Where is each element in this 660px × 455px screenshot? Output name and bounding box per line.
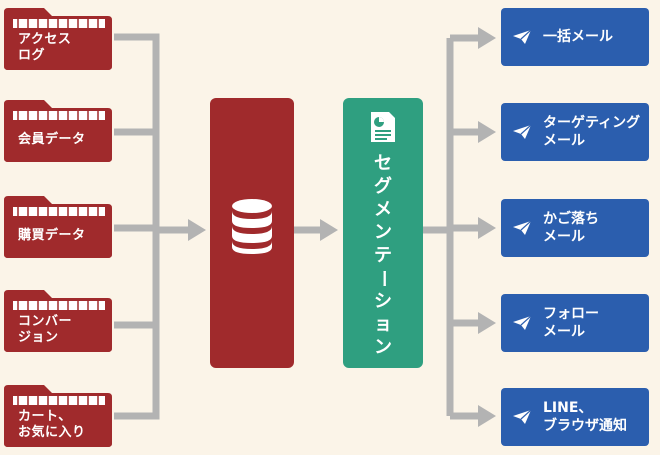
source-label: カート、 お気に入り	[18, 409, 86, 440]
paper-plane-icon	[513, 30, 531, 44]
paper-plane-icon	[513, 221, 531, 235]
paper-plane-icon	[513, 125, 531, 139]
source-label: アクセス ログ	[18, 32, 72, 63]
output-line-browser-notify: LINE、 ブラウザ通知	[501, 388, 649, 446]
database-box	[210, 98, 294, 368]
source-label: 購買データ	[18, 228, 86, 243]
paper-plane-icon	[513, 410, 531, 424]
document-icon	[371, 112, 395, 142]
output-cart-abandon-mail: かご落ち メール	[501, 199, 649, 257]
output-label: ターゲティング メール	[543, 115, 641, 149]
output-follow-mail: フォロー メール	[501, 294, 649, 352]
segmentation-label: セ グ メ ン テ ー シ ョ ン	[372, 153, 394, 358]
source-member-data: 会員データ	[4, 100, 112, 162]
source-purchase-data: 購買データ	[4, 196, 112, 258]
source-access-log: アクセス ログ	[4, 8, 112, 70]
output-label: 一括メール	[543, 29, 613, 45]
flow-diagram: アクセス ログ 会員データ 購買データ コンバー ジョン カート、 お気に入り …	[0, 0, 660, 455]
output-bulk-mail: 一括メール	[501, 8, 649, 66]
output-label: LINE、 ブラウザ通知	[543, 400, 627, 434]
source-cart-favorites: カート、 お気に入り	[4, 385, 112, 447]
output-label: かご落ち メール	[543, 211, 599, 245]
output-targeting-mail: ターゲティング メール	[501, 103, 649, 161]
segmentation-box: セ グ メ ン テ ー シ ョ ン	[343, 98, 423, 368]
source-label: 会員データ	[18, 132, 86, 147]
database-icon	[232, 199, 272, 254]
source-conversion: コンバー ジョン	[4, 290, 112, 352]
paper-plane-icon	[513, 316, 531, 330]
source-label: コンバー ジョン	[18, 314, 73, 345]
output-label: フォロー メール	[543, 306, 599, 340]
